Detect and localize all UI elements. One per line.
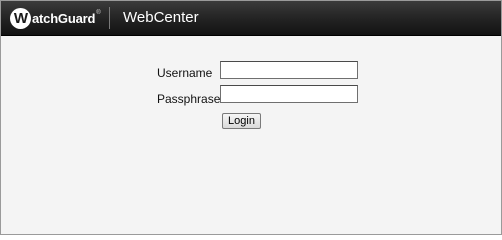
login-button[interactable]: Login [222, 113, 261, 129]
username-input[interactable] [220, 61, 358, 79]
passphrase-label: Passphrase [157, 92, 221, 106]
login-window: W atchGuard ® WebCenter Username Passphr… [0, 0, 502, 235]
passphrase-input[interactable] [220, 85, 358, 103]
username-label: Username [157, 66, 213, 80]
login-form: Username Passphrase Login [1, 1, 501, 234]
